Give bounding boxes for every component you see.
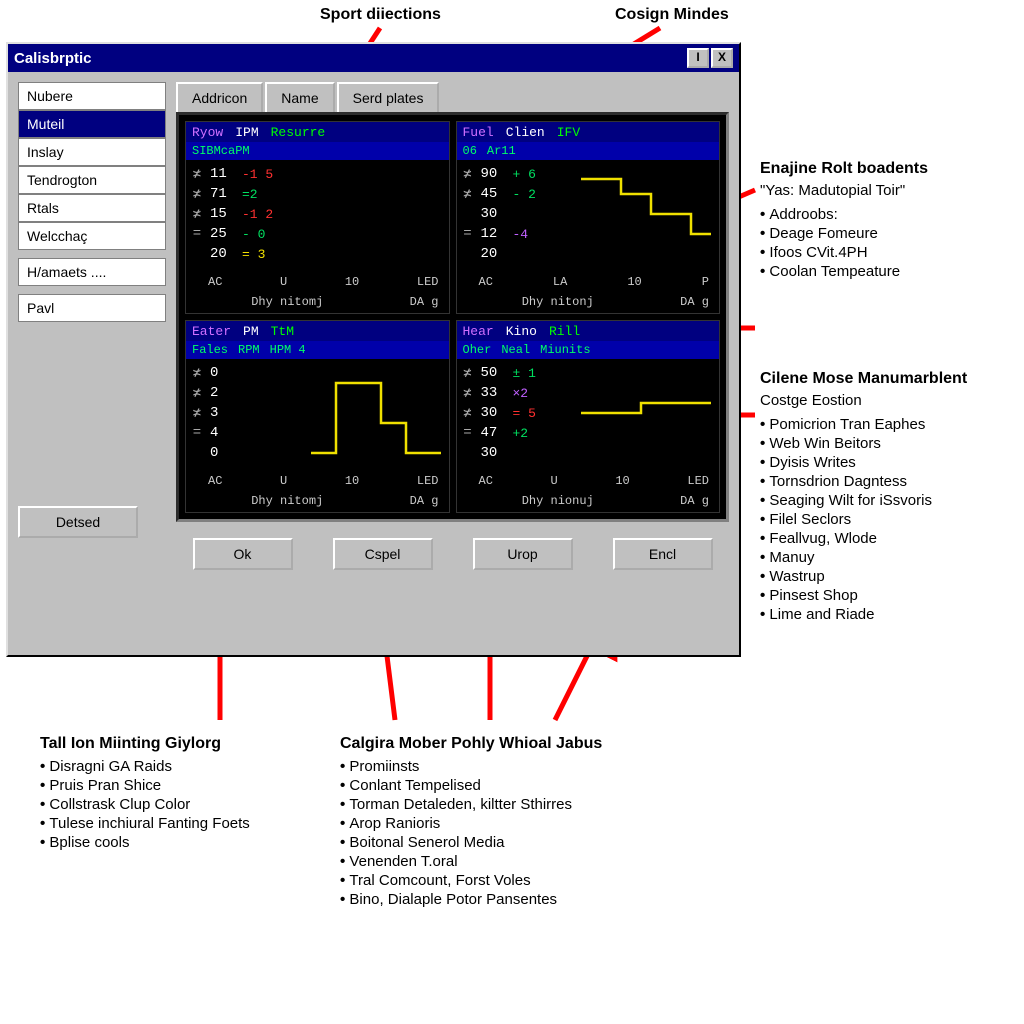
gauge-3: HearKinoRillOherNealMiunits≭50± 1≭33×2≭3… <box>456 320 721 513</box>
anno-item: Addroobs: <box>760 205 1020 224</box>
gauge-0: RyowIPMResurreSIBMcaPM≭11-1 5≭71=2≭15-1 … <box>185 121 450 314</box>
sidebar-item-3[interactable]: Tendrogton <box>18 166 166 194</box>
anno-bottom-2: Calgira Mober Pohly Whioal Jabus Promiin… <box>340 735 720 909</box>
window-title: Calisbrptic <box>14 50 92 67</box>
anno-item: Wastrup <box>760 567 1022 586</box>
close-button[interactable]: X <box>711 48 733 68</box>
tab-0[interactable]: Addricon <box>176 82 263 112</box>
dialog-window: Calisbrptic I X NubereMuteilInslayTendro… <box>6 42 741 657</box>
anno-item: Collstrask Clup Color <box>40 795 340 814</box>
anno-item: Dyisis Writes <box>760 453 1022 472</box>
anno-heading: Enajine Rolt boadents <box>760 160 1020 178</box>
anno-item: Pinsest Shop <box>760 586 1022 605</box>
dialog-button-cspel[interactable]: Cspel <box>333 538 433 570</box>
dialog-button-urop[interactable]: Urop <box>473 538 573 570</box>
anno-item: Manuy <box>760 548 1022 567</box>
callout-top-2: Cosign Mindes <box>615 6 729 24</box>
anno-item: Venenden T.oral <box>340 852 720 871</box>
anno-item: Filel Seclors <box>760 510 1022 529</box>
anno-sub: "Yas: Madutopial Toir" <box>760 182 1020 199</box>
dialog-button-ok[interactable]: Ok <box>193 538 293 570</box>
anno-item: Web Win Beitors <box>760 434 1022 453</box>
anno-item: Ifoos CVit.4PH <box>760 243 1020 262</box>
sidebar: NubereMuteilInslayTendrogtonRtalsWelccha… <box>18 82 166 570</box>
sidebar-item-5[interactable]: Welcchaç <box>18 222 166 250</box>
anno-item: Bino, Dialaple Potor Pansentes <box>340 890 720 909</box>
anno-item: Arop Ranioris <box>340 814 720 833</box>
anno-item: Deage Fomeure <box>760 224 1020 243</box>
anno-item: Tral Comcount, Forst Voles <box>340 871 720 890</box>
anno-item: Promiinsts <box>340 757 720 776</box>
anno-item: Pomicrion Tran Eaphes <box>760 415 1022 434</box>
anno-right-1: Enajine Rolt boadents "Yas: Madutopial T… <box>760 160 1020 281</box>
anno-item: Lime and Riade <box>760 605 1022 624</box>
anno-item: Torman Detaleden, kiltter Sthirres <box>340 795 720 814</box>
anno-item: Tulese inchiural Fanting Foets <box>40 814 340 833</box>
anno-item: Pruis Pran Shice <box>40 776 340 795</box>
gauge-1: FuelClienIFV06Ar11≭90+ 6≭45- 230=12-420A… <box>456 121 721 314</box>
anno-item: Seaging Wilt for iSsvoris <box>760 491 1022 510</box>
gauge-panel: RyowIPMResurreSIBMcaPM≭11-1 5≭71=2≭15-1 … <box>176 112 729 522</box>
anno-item: Feallvug, Wlode <box>760 529 1022 548</box>
sidebar-item-4[interactable]: Rtals <box>18 194 166 222</box>
anno-item: Coolan Tempeature <box>760 262 1020 281</box>
anno-bottom-1: Tall Ion Miinting Giylorg Disragni GA Ra… <box>40 735 340 852</box>
anno-item: Conlant Tempelised <box>340 776 720 795</box>
minimize-button[interactable]: I <box>687 48 709 68</box>
dialog-buttons: Ok Cspel Urop Encl <box>176 538 729 570</box>
tab-1[interactable]: Name <box>265 82 334 112</box>
anno-right-2: Cilene Mose Manumarblent Costge Eostion … <box>760 370 1022 624</box>
sidebar-item-1[interactable]: Muteil <box>18 110 166 138</box>
sidebar-item-2[interactable]: Inslay <box>18 138 166 166</box>
anno-item: Tornsdrion Dagntess <box>760 472 1022 491</box>
sidebar-item-6[interactable]: H/amaets .... <box>18 258 166 286</box>
callout-top-1: Sport diiections <box>320 6 441 24</box>
detailed-button[interactable]: Detsed <box>18 506 138 538</box>
anno-item: Bplise cools <box>40 833 340 852</box>
tab-2[interactable]: Serd plates <box>337 82 440 112</box>
anno-item: Boitonal Senerol Media <box>340 833 720 852</box>
anno-heading: Cilene Mose Manumarblent <box>760 370 1022 388</box>
tabs: AddriconNameSerd plates <box>176 82 729 112</box>
sidebar-item-7[interactable]: Pavl <box>18 294 166 322</box>
anno-sub: Costge Eostion <box>760 392 1022 409</box>
anno-heading: Calgira Mober Pohly Whioal Jabus <box>340 735 720 753</box>
gauge-2: EaterPMTtMFalesRPMHPM 4≭0≭2≭3=40ACU10LED… <box>185 320 450 513</box>
anno-heading: Tall Ion Miinting Giylorg <box>40 735 340 753</box>
titlebar: Calisbrptic I X <box>8 44 739 72</box>
sidebar-item-0[interactable]: Nubere <box>18 82 166 110</box>
anno-item: Disragni GA Raids <box>40 757 340 776</box>
dialog-button-encl[interactable]: Encl <box>613 538 713 570</box>
